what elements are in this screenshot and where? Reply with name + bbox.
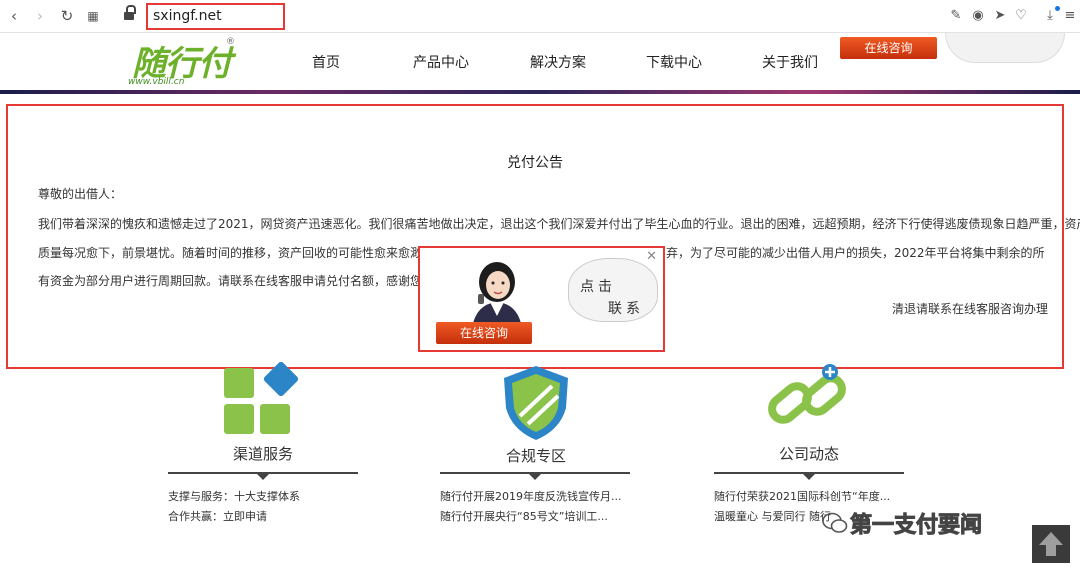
consult-popup[interactable]: ✕ 点击 联系 在线咨询 <box>418 246 665 352</box>
heart-icon[interactable]: ♡ <box>1013 8 1029 24</box>
notice-contact-note: 清退请联系在线客服咨询办理 <box>891 302 1048 316</box>
column-title-channel[interactable]: 渠道服务 <box>233 443 293 464</box>
column-divider <box>168 472 358 480</box>
column-divider <box>714 472 904 480</box>
nav-solutions[interactable]: 解决方案 <box>530 52 586 72</box>
apps-icon[interactable]: ▦ <box>83 6 103 26</box>
back-to-top-button[interactable] <box>1032 525 1070 563</box>
grid-icon <box>224 362 299 434</box>
notification-dot <box>1055 6 1060 11</box>
edit-icon[interactable]: ✎ <box>948 8 964 24</box>
notice-title: 兑付公告 <box>507 155 563 171</box>
agent-avatar <box>472 262 522 328</box>
header-bubble <box>945 33 1065 63</box>
forward-icon[interactable]: › <box>30 6 50 26</box>
news-link-2[interactable]: 温暖童心 与爱同行 随行 <box>714 508 831 524</box>
header-consult-button[interactable]: 在线咨询 <box>840 37 937 59</box>
column-title-news[interactable]: 公司动态 <box>779 443 839 464</box>
arrow-up-icon <box>1039 532 1063 556</box>
bubble-text-2: 联系 <box>608 301 644 317</box>
logo-url: www.vbill.cn <box>128 77 185 87</box>
notice-paragraph-line-2b: 弃，为了尽可能的减少出借人用户的损失，2022年平台将集中剩余的所 <box>666 246 1045 260</box>
popup-consult-button[interactable]: 在线咨询 <box>436 322 532 344</box>
column-title-compliance[interactable]: 合规专区 <box>506 445 566 466</box>
camera-icon[interactable]: ◉ <box>970 8 986 24</box>
registered-mark: ® <box>226 37 235 47</box>
bubble-text-1: 点击 <box>580 279 616 295</box>
notice-greeting: 尊敬的出借人： <box>38 187 123 201</box>
nav-downloads[interactable]: 下载中心 <box>646 52 702 72</box>
nav-home[interactable]: 首页 <box>312 52 340 72</box>
nav-products[interactable]: 产品中心 <box>413 52 469 72</box>
browser-toolbar: ‹ › ↻ ▦ sxingf.net ✎ ◉ ➤ ♡ ⤓ ≡ <box>0 0 1080 33</box>
compliance-link-2[interactable]: 随行付开展央行“85号文”培训工... <box>440 508 608 524</box>
watermark-text: 第一支付要闻 <box>849 513 983 539</box>
compliance-link-1[interactable]: 随行付开展2019年度反洗钱宣传月... <box>440 488 621 504</box>
column-divider <box>440 472 630 480</box>
news-link-1[interactable]: 随行付荣获2021国际科创节“年度... <box>714 488 890 504</box>
channel-link-2[interactable]: 合作共赢：立即申请 <box>168 508 267 524</box>
send-icon[interactable]: ➤ <box>992 8 1008 24</box>
notice-paragraph-line-1: 我们带着深深的愧疚和遗憾走过了2021，网贷资产迅速恶化。我们很痛苦地做出决定，… <box>38 217 1080 231</box>
menu-icon[interactable]: ≡ <box>1062 8 1078 24</box>
banner-strip <box>0 90 1080 94</box>
address-bar[interactable]: sxingf.net <box>146 3 285 30</box>
reload-icon[interactable]: ↻ <box>57 6 77 26</box>
notice-paragraph-line-3: 有资金为部分用户进行周期回款。请联系在线客服申请兑付名额，感谢您一如既 <box>38 274 459 288</box>
wechat-icon <box>822 512 848 533</box>
notice-paragraph-line-2a: 质量每况愈下，前景堪忧。随着时间的推移，资产回收的可能性愈来愈渺茫，但 <box>38 246 459 260</box>
link-icon <box>768 364 846 424</box>
nav-about[interactable]: 关于我们 <box>762 52 818 72</box>
back-icon[interactable]: ‹ <box>4 6 24 26</box>
close-icon[interactable]: ✕ <box>646 250 657 263</box>
channel-link-1[interactable]: 支撑与服务：十大支撑体系 <box>168 488 300 504</box>
shield-icon <box>504 366 568 440</box>
lock-icon[interactable] <box>124 5 136 22</box>
